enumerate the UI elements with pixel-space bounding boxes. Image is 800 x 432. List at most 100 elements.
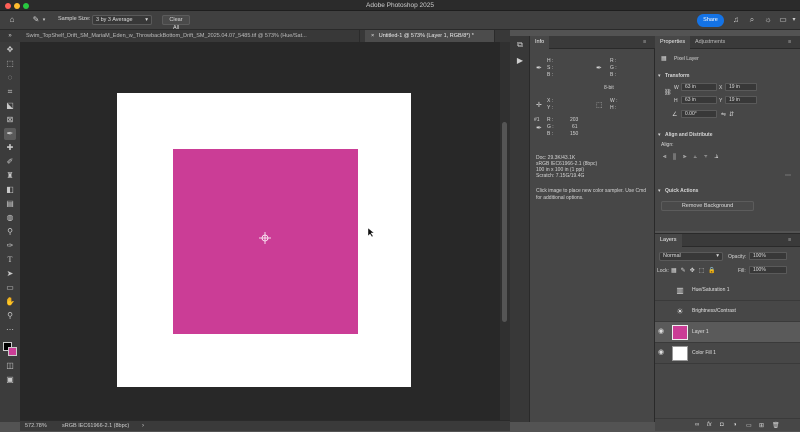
more-options-icon[interactable]: ⋯ [785,172,791,179]
search-icon[interactable]: ⌕ [747,15,757,25]
workspace-icon[interactable]: ▭ [778,15,788,25]
status-menu-chevron-icon[interactable]: › [142,423,144,429]
close-window-button[interactable] [5,3,11,9]
hand-tool-icon[interactable]: ✋ [4,296,16,308]
blend-mode-select[interactable]: Normal ▾ [659,252,723,261]
marquee-tool-icon[interactable]: ⬚ [4,58,16,70]
clone-stamp-tool-icon[interactable]: ♜ [4,170,16,182]
tab-document-1[interactable]: Swim_TopShelf_Drift_SM_MariaM_Eden_w_Thr… [20,30,360,42]
angle-field[interactable]: 0.00° [681,110,717,118]
history-panel-icon[interactable]: ⧉ [515,40,525,50]
fill-field[interactable]: 100% [749,266,787,274]
trash-icon[interactable]: 🗑 [772,422,780,429]
edit-toolbar-icon[interactable]: ⋯ [4,324,16,336]
document-profile[interactable]: sRGB IEC61966-2.1 (8bpc) [62,423,129,429]
adjustment-layer-icon[interactable]: ◑ [733,422,737,428]
flip-horizontal-icon[interactable]: ⇋ [721,111,726,118]
actions-play-icon[interactable]: ▶ [515,56,525,66]
mouse-pointer-icon [368,228,374,237]
tool-preset-chevron-icon[interactable]: ▾ [41,15,47,25]
lock-options-icon[interactable]: ▦✎✥⬚🔒 [671,267,720,274]
new-layer-icon[interactable]: ⊞ [759,422,764,429]
layer-row-layer-1[interactable]: ◉ Layer 1 [655,322,800,343]
section-chevron-icon[interactable]: ▾ [658,132,661,138]
properties-panel: Properties Adjustments ≡ ▦ Pixel Layer ▾… [655,36,800,231]
color-sampler-crosshair-icon [259,232,271,244]
dodge-tool-icon[interactable]: ⚲ [4,226,16,238]
tab-layers[interactable]: Layers [655,234,682,247]
tab-info[interactable]: Info [530,36,550,49]
object-select-tool-icon[interactable]: ⬕ [4,100,16,112]
zoom-window-button[interactable] [23,3,29,9]
home-icon[interactable]: ⌂ [6,15,18,25]
lasso-tool-icon[interactable]: ◌ [4,72,16,84]
link-layers-icon[interactable]: ∞ [695,422,699,428]
workspace-chevron-icon[interactable]: ▾ [790,15,798,25]
info-bit-depth: 8-bit [604,85,614,91]
tab-adjustments[interactable]: Adjustments [690,36,730,49]
panel-menu-icon[interactable]: ≡ [638,36,651,49]
info-s-label: S : [547,65,554,71]
lock-label: Lock: [657,268,669,274]
y-field[interactable]: 19 in [725,96,757,104]
tab-document-2[interactable]: × Untitled-1 @ 573% (Layer 1, RGB/8*) * [365,30,495,42]
info-x-label: X : [547,98,554,104]
x-field[interactable]: 19 in [725,83,757,91]
layers-footer: ∞ fx ◘ ◑ ▭ ⊞ 🗑 [655,418,800,432]
blur-tool-icon[interactable]: ◍ [4,212,16,224]
section-chevron-icon[interactable]: ▾ [658,188,661,194]
fill-label: Fill: [738,268,746,274]
background-color-swatch[interactable] [8,347,17,356]
sampler-b-value: 150 [570,131,579,137]
minimize-window-button[interactable] [14,3,20,9]
panel-menu-icon[interactable]: ≡ [783,234,796,247]
rectangle-tool-icon[interactable]: ▭ [4,282,16,294]
eye-visibility-icon[interactable]: ◉ [658,327,664,335]
layer-row-color-fill[interactable]: ◉ Color Fill 1 [655,343,800,364]
screen-mode-icon[interactable]: ▣ [4,374,16,386]
scroll-thumb[interactable] [502,122,507,322]
vertical-scrollbar[interactable] [500,42,510,420]
path-select-tool-icon[interactable]: ➤ [4,268,16,280]
type-tool-icon[interactable]: T [4,254,16,266]
align-buttons-icon[interactable]: ⫷⫼⫸⫠⫟⫡ [663,154,725,161]
flip-vertical-icon[interactable]: ⇵ [729,111,734,118]
pixel-layer-icon: ▦ [661,56,667,62]
link-proportions-icon[interactable]: ⛓ [664,89,672,96]
layer-row-hue-saturation[interactable]: ▥ Hue/Saturation 1 [655,280,800,301]
clear-all-button[interactable]: Clear All [162,15,190,31]
brightness-icon: ☀ [676,307,684,316]
eyedropper-tool-icon-selected[interactable]: ✒ [4,128,16,140]
zoom-tool-icon[interactable]: ⚲ [4,310,16,322]
healing-brush-tool-icon[interactable]: ✚ [4,142,16,154]
panel-menu-icon[interactable]: ≡ [783,36,796,49]
gradient-tool-icon[interactable]: ▤ [4,198,16,210]
share-button[interactable]: Share [697,14,724,27]
new-group-icon[interactable]: ▭ [746,422,752,429]
pen-tool-icon[interactable]: ✑ [4,240,16,252]
app-title: Adobe Photoshop 2025 [366,2,434,9]
tab-close-icon[interactable]: × [371,33,374,39]
height-field[interactable]: 63 in [681,96,717,104]
width-field[interactable]: 63 in [681,83,717,91]
eye-visibility-icon[interactable]: ◉ [658,348,664,356]
section-chevron-icon[interactable]: ▾ [658,73,661,79]
lightbulb-icon[interactable]: ☼ [763,15,773,25]
opacity-field[interactable]: 100% [749,252,787,260]
sample-size-select[interactable]: 3 by 3 Average ▾ [92,15,152,25]
frame-tool-icon[interactable]: ⊠ [4,114,16,126]
eraser-tool-icon[interactable]: ◧ [4,184,16,196]
quick-mask-icon[interactable]: ◫ [4,360,16,372]
layer-row-brightness-contrast[interactable]: ☀ Brightness/Contrast [655,301,800,322]
notifications-bell-icon[interactable]: ♫ [731,15,741,25]
add-mask-icon[interactable]: ◘ [720,422,724,428]
brush-tool-icon[interactable]: ✐ [4,156,16,168]
collapse-toolbar-icon[interactable]: » [4,31,16,41]
remove-background-button[interactable]: Remove Background [661,201,754,211]
crop-tool-icon[interactable]: ⌗ [4,86,16,98]
tab-properties[interactable]: Properties [655,36,691,49]
move-tool-icon[interactable]: ✥ [4,44,16,56]
layer-style-icon[interactable]: fx [707,422,712,428]
zoom-level[interactable]: 572.78% [25,423,47,429]
layer-name: Layer 1 [692,329,709,335]
